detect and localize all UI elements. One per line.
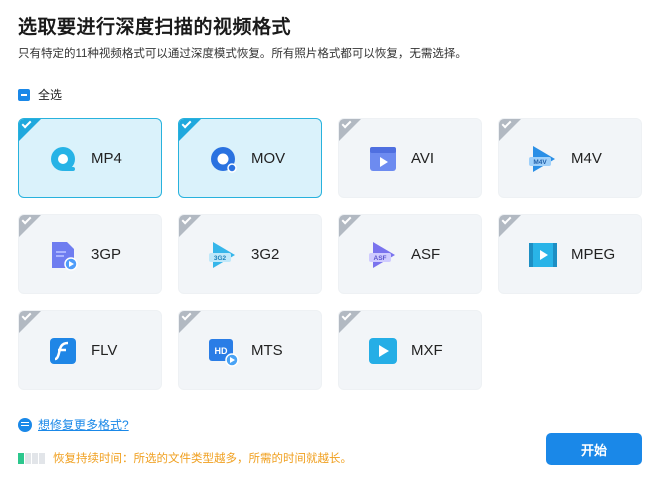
- m4v-icon-text: M4V: [533, 159, 547, 166]
- m4v-icon: M4V: [529, 146, 555, 172]
- more-formats-link[interactable]: 想修复更多格式?: [18, 416, 129, 433]
- message-icon: [18, 417, 32, 432]
- format-label: M4V: [571, 150, 602, 167]
- format-card-mpeg[interactable]: MPEG: [498, 214, 642, 294]
- asf-icon-text: ASF: [374, 255, 387, 262]
- more-formats-text[interactable]: 想修复更多格式?: [38, 416, 129, 433]
- duration-status-text: 恢复持续时间：所选的文件类型越多，所需的时间就越长。: [53, 453, 352, 465]
- 3g2-icon: 3G2: [209, 242, 235, 268]
- mts-icon: HD: [209, 339, 239, 367]
- format-label: MPEG: [571, 246, 616, 263]
- format-label: MTS: [251, 342, 283, 359]
- format-card-m4v[interactable]: M4V M4V: [498, 118, 642, 198]
- duration-status: 恢复持续时间：所选的文件类型越多，所需的时间就越长。: [18, 450, 352, 466]
- format-card-3g2[interactable]: 3G2 3G2: [178, 214, 322, 294]
- mts-icon-text: HD: [215, 346, 228, 356]
- select-all-label: 全选: [38, 88, 63, 102]
- flv-icon: [50, 338, 76, 364]
- format-card-flv[interactable]: FLV: [18, 310, 162, 390]
- format-card-avi[interactable]: AVI: [338, 118, 482, 198]
- mp4-icon: [51, 147, 75, 171]
- format-label: MXF: [411, 342, 443, 359]
- duration-progress-bar: [18, 452, 45, 464]
- format-card-mov[interactable]: MOV: [178, 118, 322, 198]
- format-card-mxf[interactable]: MXF: [338, 310, 482, 390]
- format-label: MOV: [251, 150, 286, 167]
- format-label: FLV: [91, 342, 118, 359]
- asf-icon: ASF: [369, 242, 395, 268]
- mxf-icon: [369, 338, 397, 364]
- partial-check-icon[interactable]: [18, 88, 30, 101]
- 3gp-icon: [52, 242, 78, 271]
- mpeg-icon: [529, 243, 557, 267]
- format-label: 3GP: [91, 246, 122, 263]
- mov-icon: [211, 147, 237, 173]
- format-label: ASF: [411, 246, 441, 263]
- format-card-mts[interactable]: HD MTS: [178, 310, 322, 390]
- format-card-asf[interactable]: ASF ASF: [338, 214, 482, 294]
- 3g2-icon-text: 3G2: [214, 255, 227, 262]
- format-label: 3G2: [251, 246, 280, 263]
- format-card-mp4[interactable]: MP4: [18, 118, 162, 198]
- format-label: MP4: [91, 150, 122, 167]
- start-button[interactable]: 开始: [546, 433, 642, 465]
- page-title: 选取要进行深度扫描的视频格式: [18, 17, 292, 38]
- format-card-3gp[interactable]: 3GP: [18, 214, 162, 294]
- select-all-checkbox[interactable]: 全选: [18, 86, 62, 103]
- page-subtitle: 只有特定的11种视频格式可以通过深度模式恢复。所有照片格式都可以恢复，无需选择。: [18, 48, 467, 60]
- avi-icon: [370, 147, 396, 171]
- format-label: AVI: [411, 150, 435, 167]
